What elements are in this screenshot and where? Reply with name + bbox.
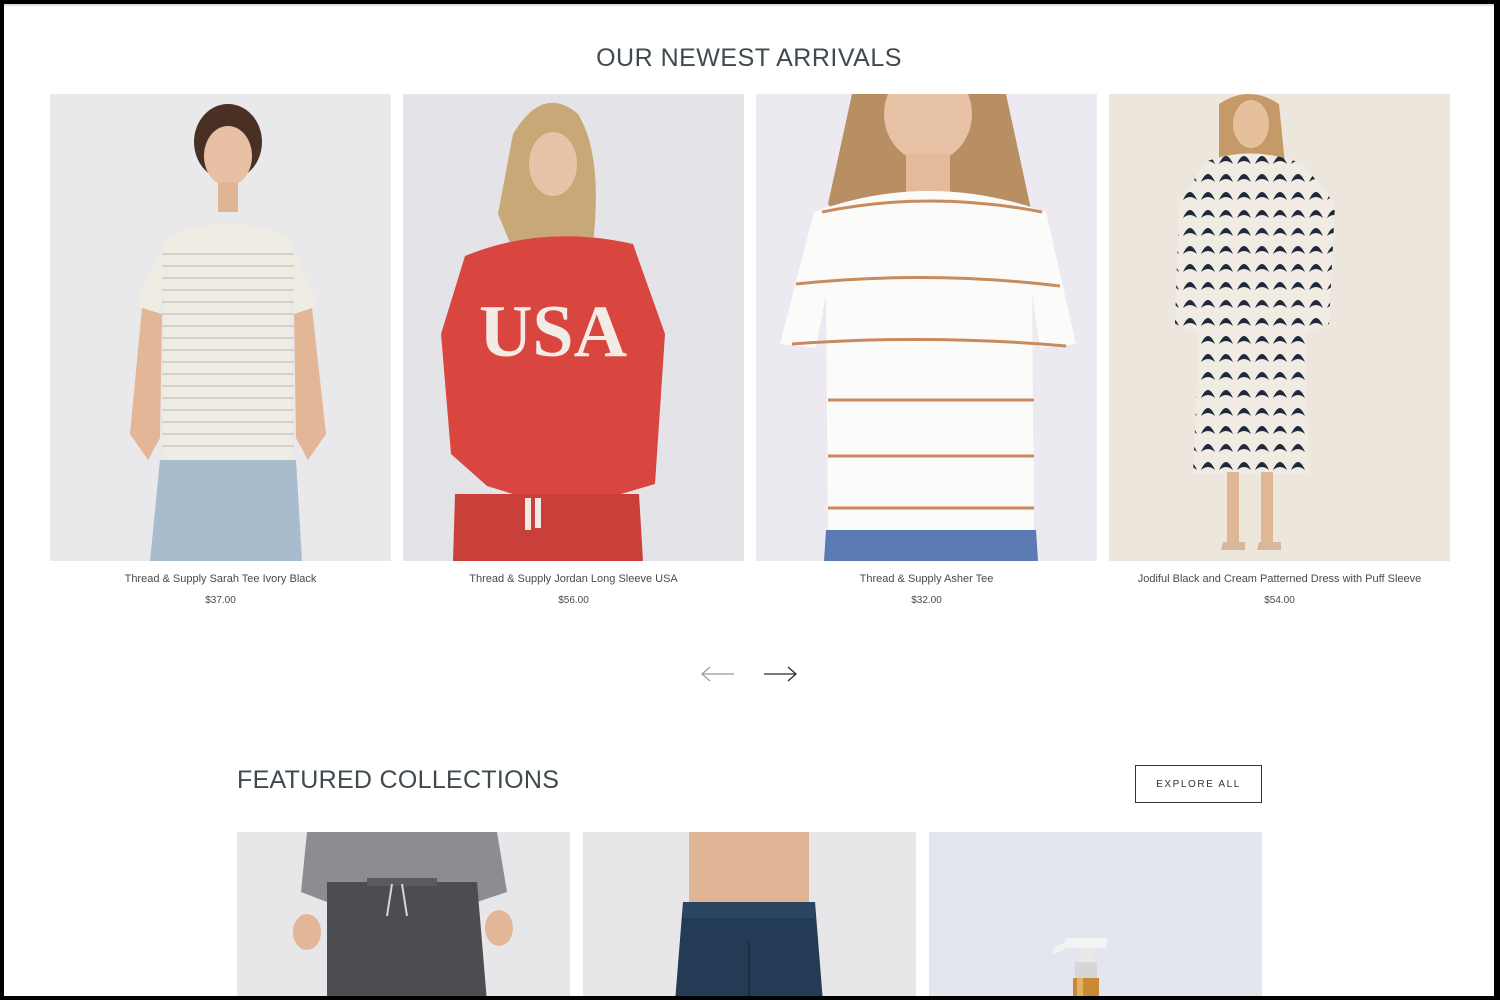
product-price: $32.00 xyxy=(911,595,942,606)
product-price: $54.00 xyxy=(1264,595,1295,606)
explore-all-button[interactable]: EXPLORE ALL xyxy=(1135,765,1262,803)
featured-collections-title: FEATURED COLLECTIONS xyxy=(237,766,560,794)
product-price: $37.00 xyxy=(205,595,236,606)
carousel-navigation xyxy=(700,662,800,686)
collection-card[interactable] xyxy=(929,832,1262,996)
product-image[interactable]: USA xyxy=(403,94,744,561)
product-name[interactable]: Thread & Supply Jordan Long Sleeve USA xyxy=(403,573,744,585)
collection-image[interactable] xyxy=(237,832,570,996)
product-card[interactable]: Jodiful Black and Cream Patterned Dress … xyxy=(1109,94,1450,614)
newest-arrivals-title: OUR NEWEST ARRIVALS xyxy=(596,44,902,72)
product-image[interactable] xyxy=(756,94,1097,561)
product-price: $56.00 xyxy=(558,595,589,606)
product-name[interactable]: Thread & Supply Asher Tee xyxy=(756,573,1097,585)
product-card[interactable]: Thread & Supply Asher Tee $32.00 xyxy=(756,94,1097,614)
product-card[interactable]: Thread & Supply Sarah Tee Ivory Black $3… xyxy=(50,94,391,614)
product-name[interactable]: Jodiful Black and Cream Patterned Dress … xyxy=(1109,573,1450,585)
collection-card[interactable] xyxy=(237,832,570,996)
arrow-right-icon[interactable] xyxy=(762,662,798,686)
product-name[interactable]: Thread & Supply Sarah Tee Ivory Black xyxy=(50,573,391,585)
product-card[interactable]: USA Thread & Supply Jordan Long Sleeve U… xyxy=(403,94,744,614)
collection-image[interactable] xyxy=(583,832,916,996)
sweatshirt-print: USA xyxy=(479,291,627,373)
collection-card[interactable] xyxy=(583,832,916,996)
product-image[interactable] xyxy=(50,94,391,561)
product-carousel: Thread & Supply Sarah Tee Ivory Black $3… xyxy=(50,94,1450,614)
arrow-left-icon[interactable] xyxy=(700,662,736,686)
product-image[interactable] xyxy=(1109,94,1450,561)
page: OUR NEWEST ARRIVALS Thread & Supply Sara… xyxy=(4,4,1494,996)
collection-image[interactable] xyxy=(929,832,1262,996)
